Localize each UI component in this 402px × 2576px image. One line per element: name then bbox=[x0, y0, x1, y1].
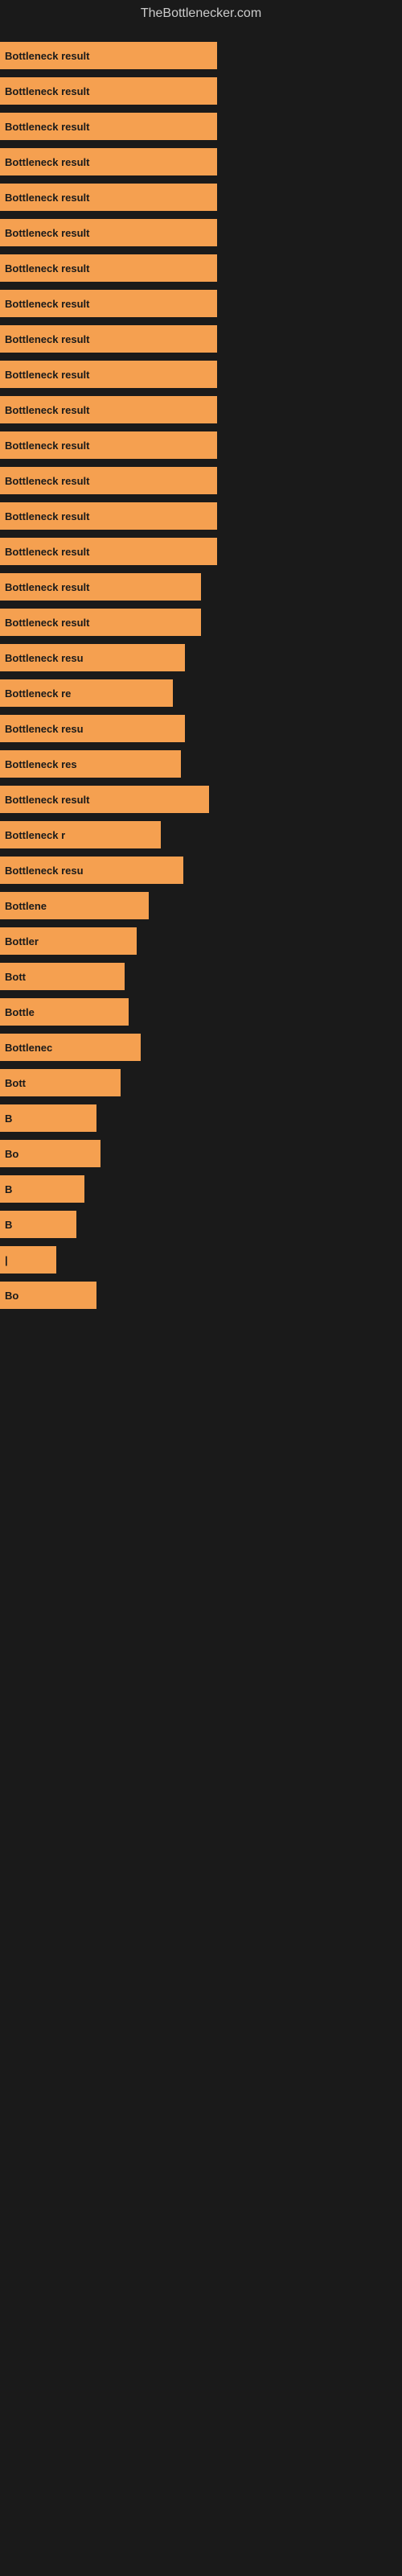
bottleneck-bar[interactable]: Bottleneck result bbox=[0, 42, 217, 69]
bar-row: Bottleneck result bbox=[0, 76, 402, 106]
bars-container: Bottleneck result Bottleneck result Bottle… bbox=[0, 27, 402, 1323]
bar-row: Bottleneck res bbox=[0, 749, 402, 779]
bar-row: Bottleneck result bbox=[0, 359, 402, 390]
bar-row: Bottleneck result bbox=[0, 288, 402, 319]
bar-row: Bottleneck re bbox=[0, 678, 402, 708]
bottleneck-bar[interactable]: Bottlenec bbox=[0, 1034, 141, 1061]
bottleneck-bar[interactable]: Bottleneck result bbox=[0, 77, 217, 105]
bottleneck-bar[interactable]: B bbox=[0, 1175, 84, 1203]
bar-row: Bottleneck result bbox=[0, 40, 402, 71]
bar-row: Bottleneck result bbox=[0, 253, 402, 283]
bar-row: Bo bbox=[0, 1280, 402, 1311]
bottleneck-bar[interactable]: Bottleneck result bbox=[0, 609, 201, 636]
bottleneck-bar[interactable]: Bottle bbox=[0, 998, 129, 1026]
bottleneck-bar[interactable]: Bottler bbox=[0, 927, 137, 955]
bottleneck-bar[interactable]: Bottleneck result bbox=[0, 184, 217, 211]
bottleneck-bar[interactable]: Bottleneck resu bbox=[0, 644, 185, 671]
bottleneck-bar[interactable]: Bottleneck result bbox=[0, 361, 217, 388]
bar-row: B bbox=[0, 1174, 402, 1204]
bar-row: Bottleneck result bbox=[0, 324, 402, 354]
bottleneck-bar[interactable]: Bottleneck res bbox=[0, 750, 181, 778]
bar-row: Bottlenec bbox=[0, 1032, 402, 1063]
bar-row: Bottleneck resu bbox=[0, 855, 402, 886]
bar-row: Bott bbox=[0, 961, 402, 992]
bar-row: Bo bbox=[0, 1138, 402, 1169]
bottleneck-bar[interactable]: Bott bbox=[0, 1069, 121, 1096]
bottleneck-bar[interactable]: Bottleneck result bbox=[0, 431, 217, 459]
bar-row: Bottlene bbox=[0, 890, 402, 921]
bar-row: Bottle bbox=[0, 997, 402, 1027]
bar-row: Bottleneck result bbox=[0, 182, 402, 213]
bottleneck-bar[interactable]: Bottleneck re bbox=[0, 679, 173, 707]
bottleneck-bar[interactable]: Bottleneck result bbox=[0, 467, 217, 494]
bar-row: Bottleneck result bbox=[0, 217, 402, 248]
bar-row: Bottleneck result bbox=[0, 147, 402, 177]
bottleneck-bar[interactable]: Bottleneck result bbox=[0, 113, 217, 140]
bottleneck-bar[interactable]: Bottleneck r bbox=[0, 821, 161, 848]
bottleneck-bar[interactable]: Bottleneck result bbox=[0, 573, 201, 601]
bar-row: Bottleneck result bbox=[0, 784, 402, 815]
bottleneck-bar[interactable]: Bottleneck result bbox=[0, 219, 217, 246]
bar-row: | bbox=[0, 1245, 402, 1275]
bottleneck-bar[interactable]: Bottleneck result bbox=[0, 290, 217, 317]
bar-row: Bott bbox=[0, 1067, 402, 1098]
bottleneck-bar[interactable]: Bottleneck result bbox=[0, 254, 217, 282]
bottleneck-bar[interactable]: | bbox=[0, 1246, 56, 1274]
bottleneck-bar[interactable]: Bottleneck result bbox=[0, 502, 217, 530]
bar-row: Bottleneck result bbox=[0, 536, 402, 567]
bottleneck-bar[interactable]: Bott bbox=[0, 963, 125, 990]
bottleneck-bar[interactable]: B bbox=[0, 1104, 96, 1132]
bottleneck-bar[interactable]: B bbox=[0, 1211, 76, 1238]
bar-row: Bottleneck result bbox=[0, 430, 402, 460]
bar-row: Bottler bbox=[0, 926, 402, 956]
bar-row: B bbox=[0, 1103, 402, 1133]
bar-row: B bbox=[0, 1209, 402, 1240]
bottleneck-bar[interactable]: Bottlene bbox=[0, 892, 149, 919]
bar-row: Bottleneck resu bbox=[0, 713, 402, 744]
bottleneck-bar[interactable]: Bottleneck result bbox=[0, 148, 217, 175]
bar-row: Bottleneck result bbox=[0, 501, 402, 531]
bottleneck-bar[interactable]: Bottleneck result bbox=[0, 786, 209, 813]
bottleneck-bar[interactable]: Bo bbox=[0, 1140, 100, 1167]
bar-row: Bottleneck result bbox=[0, 607, 402, 638]
bar-row: Bottleneck result bbox=[0, 394, 402, 425]
bar-row: Bottleneck result bbox=[0, 572, 402, 602]
bar-row: Bottleneck result bbox=[0, 111, 402, 142]
bar-row: Bottleneck resu bbox=[0, 642, 402, 673]
bar-row: Bottleneck result bbox=[0, 465, 402, 496]
bottleneck-bar[interactable]: Bottleneck resu bbox=[0, 857, 183, 884]
site-title: TheBottlenecker.com bbox=[0, 0, 402, 27]
bar-row: Bottleneck r bbox=[0, 819, 402, 850]
bottleneck-bar[interactable]: Bottleneck resu bbox=[0, 715, 185, 742]
bottleneck-bar[interactable]: Bottleneck result bbox=[0, 396, 217, 423]
bottleneck-bar[interactable]: Bo bbox=[0, 1282, 96, 1309]
bottleneck-bar[interactable]: Bottleneck result bbox=[0, 325, 217, 353]
bottleneck-bar[interactable]: Bottleneck result bbox=[0, 538, 217, 565]
